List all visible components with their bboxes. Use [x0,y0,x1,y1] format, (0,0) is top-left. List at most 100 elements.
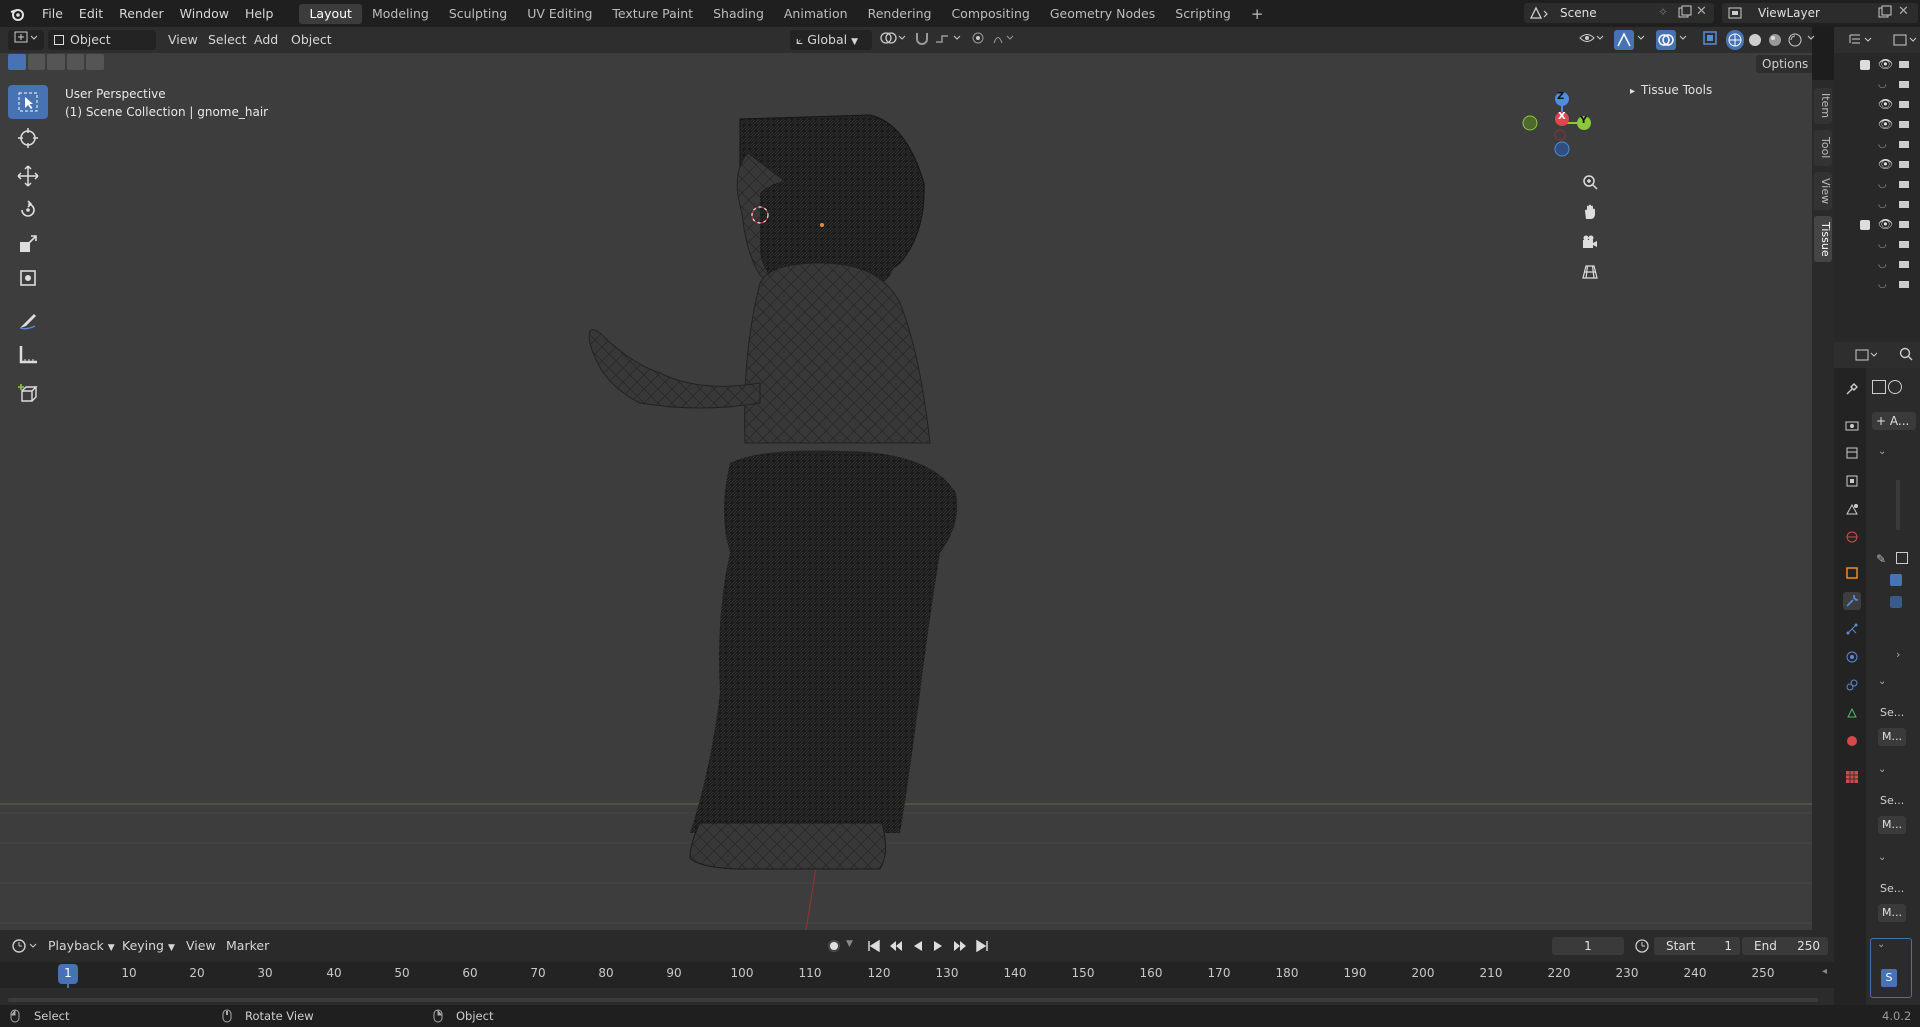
tab-scripting[interactable]: Scripting [1165,4,1241,24]
menu-select[interactable]: Select [208,30,247,50]
eye-icon[interactable]: 👁 [1878,217,1893,231]
tab-texture-paint[interactable]: Texture Paint [602,4,703,24]
outliner-editor-type-icon[interactable] [1848,32,1874,51]
close-view-layer-icon[interactable]: ✕ [1898,4,1909,19]
material-tab-icon[interactable] [1843,732,1861,750]
playback-dropdown[interactable]: Playback ▼ [48,936,115,956]
visibility-dropdown[interactable] [1578,30,1608,50]
menu-help[interactable]: Help [237,0,282,27]
chevron-right-icon[interactable]: › [1896,648,1900,661]
cursor-tool[interactable] [8,121,48,155]
object-tab-icon[interactable] [1843,564,1861,582]
preview-range-clock-icon[interactable] [1634,938,1650,957]
checkbox-icon[interactable] [1860,220,1870,230]
chevron-down-icon[interactable]: ⌄ [1878,764,1886,775]
modifier-filter-icon[interactable] [1888,380,1902,394]
outliner-row[interactable]: ◡ [1834,257,1920,277]
tab-animation[interactable]: Animation [774,4,858,24]
timeline-menu-view[interactable]: View [186,936,216,956]
camera-icon[interactable] [1898,158,1910,173]
blender-logo-icon[interactable] [0,6,34,22]
outliner-row[interactable]: ◡ [1834,277,1920,297]
object-filter-icon[interactable] [1872,380,1886,394]
tissue-tools-panel-header[interactable]: ▸ Tissue Tools [1630,83,1712,97]
camera-icon[interactable] [1898,198,1910,213]
tab-modeling[interactable]: Modeling [362,4,439,24]
menu-edit[interactable]: Edit [71,0,111,27]
timeline-ruler[interactable]: 1 10 20 30 40 50 60 70 80 90 100 110 120… [0,962,1834,1010]
timeline-editor-type-icon[interactable] [10,937,40,958]
tab-shading[interactable]: Shading [703,4,774,24]
world-tab-icon[interactable] [1843,528,1861,546]
data-tab-icon[interactable] [1843,704,1861,722]
gizmo-dropdown[interactable] [1636,30,1650,50]
tab-uv-editing[interactable]: UV Editing [517,4,602,24]
auto-keying-dropdown[interactable]: ▼ [846,939,853,949]
overlays-toggle-icon[interactable] [1656,30,1676,50]
eye-icon[interactable]: 👁 [1878,97,1893,111]
search-icon[interactable] [1898,346,1914,365]
add-workspace-plus-icon[interactable]: + [1241,4,1274,24]
shading-dropdown[interactable] [1806,30,1820,50]
overlays-dropdown[interactable] [1678,30,1692,50]
eye-icon[interactable]: 👁 [1878,157,1893,171]
outliner-row[interactable]: 👁 [1834,157,1920,177]
select-intersect-icon[interactable] [86,54,104,70]
add-modifier-button[interactable]: + A... [1872,412,1916,430]
jump-end-icon[interactable] [974,938,990,957]
outliner-filter-icon[interactable] [1892,32,1918,51]
pan-hand-icon[interactable] [1577,199,1603,225]
timeline-body[interactable] [0,988,1834,1005]
pivot-point-dropdown[interactable] [878,30,912,50]
tool-settings-tab-icon[interactable] [1843,380,1861,398]
tab-sculpting[interactable]: Sculpting [439,4,517,24]
tab-tool[interactable]: Tool [1814,130,1832,166]
camera-icon[interactable] [1898,278,1910,293]
menu-file[interactable]: File [34,0,71,27]
scene-selector[interactable]: Scene ✧ ✕ [1524,3,1714,23]
move-tool[interactable] [8,159,48,193]
current-frame-field[interactable]: 1 [1552,937,1624,955]
camera-icon[interactable] [1898,258,1910,273]
duplicate-view-layer-icon[interactable] [1878,5,1892,22]
select-subtract-icon[interactable] [47,54,65,70]
annotate-tool[interactable] [8,303,48,337]
select-invert-icon[interactable] [66,54,85,70]
chevron-down-icon[interactable]: ⌄ [1878,676,1886,687]
eye-closed-icon[interactable]: ◡ [1878,199,1887,210]
pin-icon[interactable]: ✧ [1658,5,1668,19]
add-cube-tool[interactable] [8,377,48,411]
physics-tab-icon[interactable] [1843,648,1861,666]
mode-dropdown[interactable]: Object Mode▼ [48,30,156,67]
rotate-tool[interactable] [8,193,48,227]
play-reverse-icon[interactable] [910,938,926,957]
constraints-tab-icon[interactable] [1843,676,1861,694]
timeline-scrollbar[interactable] [8,998,1818,1002]
tab-geometry-nodes[interactable]: Geometry Nodes [1040,4,1165,24]
outliner-row[interactable]: ◡ [1834,237,1920,257]
property-field[interactable]: M... [1878,728,1906,746]
tab-rendering[interactable]: Rendering [858,4,942,24]
chevron-down-icon[interactable]: ⌄ [1878,852,1886,863]
properties-editor-type-icon[interactable] [1854,347,1880,366]
close-scene-icon[interactable]: ✕ [1696,4,1707,19]
timeline-menu-marker[interactable]: Marker [226,936,269,956]
outliner-row[interactable]: ◡ [1834,197,1920,217]
menu-add[interactable]: Add [254,30,278,50]
chevron-down-icon[interactable]: ⌄ [1878,446,1886,457]
outliner-row[interactable]: 👁 [1834,57,1920,77]
play-icon[interactable] [930,938,946,957]
camera-icon[interactable] [1898,98,1910,113]
duplicate-scene-icon[interactable] [1678,5,1692,22]
property-field[interactable]: M... [1878,904,1906,922]
select-extend-icon[interactable] [27,54,46,70]
select-box-tool[interactable] [8,85,48,119]
jump-keyframe-forward-icon[interactable] [952,938,968,957]
view-layer-selector[interactable]: ViewLayer ✕ [1722,3,1918,23]
record-icon[interactable] [826,938,842,957]
outliner-row[interactable]: ◡ [1834,77,1920,97]
eye-icon[interactable]: 👁 [1878,57,1893,71]
camera-icon[interactable] [1898,218,1910,233]
eye-closed-icon[interactable]: ◡ [1878,139,1887,150]
square-icon[interactable] [1896,552,1908,564]
